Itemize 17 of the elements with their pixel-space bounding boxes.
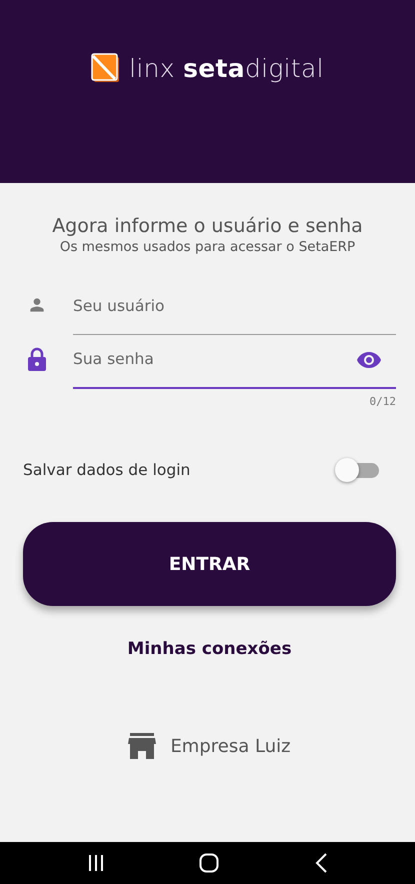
home-icon[interactable] xyxy=(199,853,220,873)
lock-icon xyxy=(27,347,47,371)
connections-link[interactable]: Minhas conexões xyxy=(127,639,292,659)
logo-text: linx setadigital xyxy=(129,54,324,82)
recent-apps-icon[interactable] xyxy=(87,854,106,872)
store-icon xyxy=(128,733,156,759)
save-login-switch[interactable] xyxy=(335,458,381,482)
intro-subtitle: Os mesmos usados para acessar o SetaERP xyxy=(60,239,356,255)
character-counter: 0/12 xyxy=(370,395,396,408)
logo-icon xyxy=(91,52,122,84)
username-field[interactable]: Seu usuário xyxy=(73,281,396,335)
eye-icon[interactable] xyxy=(356,351,382,369)
save-login-label: Salvar dados de login xyxy=(23,461,190,479)
company-name: Empresa Luiz xyxy=(170,736,291,756)
intro-title: Agora informe o usuário e senha xyxy=(52,215,363,237)
back-icon[interactable] xyxy=(314,853,328,873)
enter-button[interactable]: ENTRAR xyxy=(23,522,396,606)
